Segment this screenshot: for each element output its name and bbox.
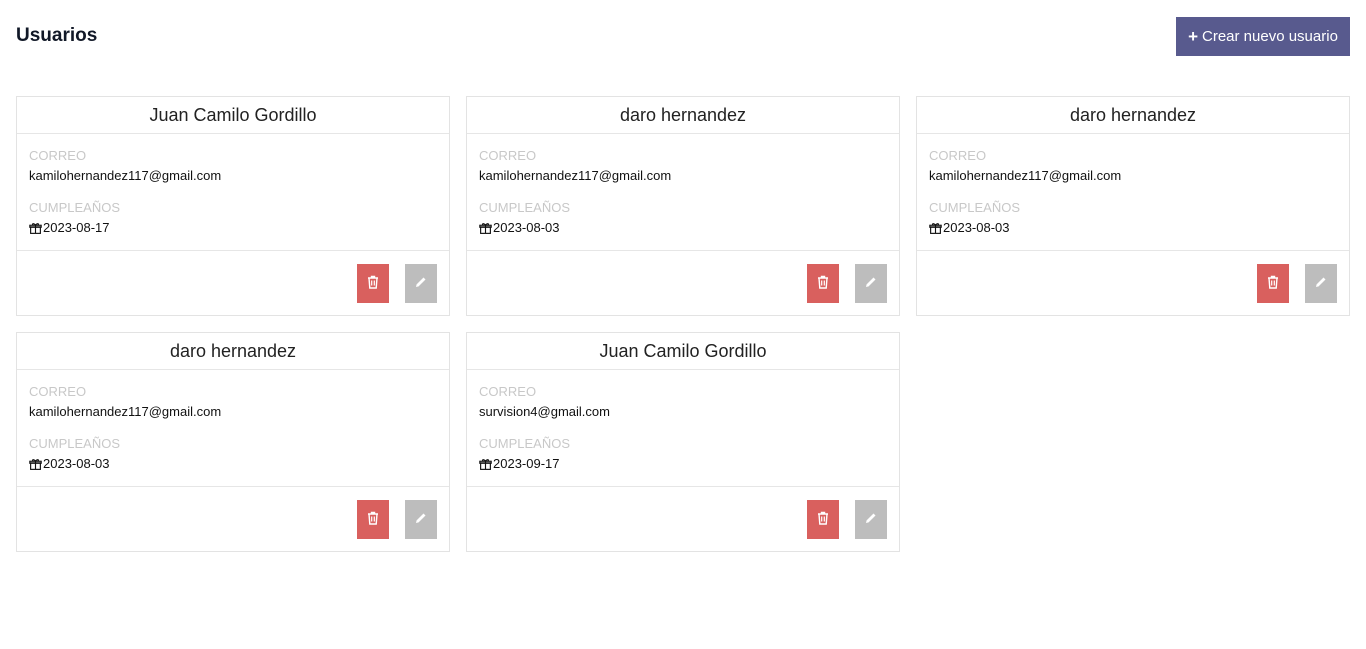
create-user-button[interactable]: + Crear nuevo usuario — [1176, 17, 1350, 56]
users-page: Usuarios + Crear nuevo usuario Juan Cami… — [0, 0, 1366, 649]
user-card-actions — [917, 251, 1349, 315]
birthday-label: CUMPLEAÑOS — [29, 200, 121, 215]
user-card-actions — [467, 487, 899, 551]
pencil-icon — [865, 512, 877, 527]
user-card-body: CORREO kamilohernandez117@gmail.com CUMP… — [17, 370, 449, 487]
email-label: CORREO — [479, 148, 537, 163]
page-title: Usuarios — [16, 25, 98, 46]
email-label: CORREO — [29, 384, 87, 399]
email-value: kamilohernandez117@gmail.com — [29, 168, 222, 183]
user-name: daro hernandez — [467, 97, 899, 134]
birthday-value: 2023-08-03 — [43, 456, 110, 471]
trash-icon — [367, 511, 379, 528]
trash-icon — [1267, 275, 1279, 292]
birthday-field: 2023-08-03 — [479, 220, 887, 236]
user-card-body: CORREO kamilohernandez117@gmail.com CUMP… — [917, 134, 1349, 251]
pencil-icon — [415, 276, 427, 291]
birthday-field: 2023-08-03 — [929, 220, 1337, 236]
user-card: daro hernandez CORREO kamilohernandez117… — [466, 96, 900, 316]
user-card-actions — [17, 251, 449, 315]
edit-button[interactable] — [405, 263, 437, 303]
birthday-value: 2023-08-03 — [493, 220, 560, 235]
user-card: Juan Camilo Gordillo CORREO kamilohernan… — [16, 96, 450, 316]
email-label: CORREO — [929, 148, 987, 163]
gift-icon — [479, 458, 492, 471]
user-name: daro hernandez — [17, 333, 449, 370]
user-cards-grid: Juan Camilo Gordillo CORREO kamilohernan… — [16, 96, 1350, 552]
delete-button[interactable] — [807, 263, 839, 303]
user-card: daro hernandez CORREO kamilohernandez117… — [916, 96, 1350, 316]
user-name: Juan Camilo Gordillo — [17, 97, 449, 134]
trash-icon — [817, 275, 829, 292]
email-value: kamilohernandez117@gmail.com — [29, 404, 222, 419]
user-card-body: CORREO kamilohernandez117@gmail.com CUMP… — [467, 134, 899, 251]
birthday-label: CUMPLEAÑOS — [29, 436, 121, 451]
edit-button[interactable] — [855, 499, 887, 539]
email-value: survision4@gmail.com — [479, 404, 610, 419]
delete-button[interactable] — [1257, 263, 1289, 303]
email-label: CORREO — [479, 384, 537, 399]
create-user-button-label: Crear nuevo usuario — [1202, 28, 1338, 45]
email-label: CORREO — [29, 148, 87, 163]
user-card-body: CORREO kamilohernandez117@gmail.com CUMP… — [17, 134, 449, 251]
pencil-icon — [415, 512, 427, 527]
birthday-field: 2023-09-17 — [479, 456, 887, 472]
birthday-label: CUMPLEAÑOS — [479, 436, 571, 451]
gift-icon — [29, 458, 42, 471]
edit-button[interactable] — [1305, 263, 1337, 303]
trash-icon — [817, 511, 829, 528]
birthday-label: CUMPLEAÑOS — [929, 200, 1021, 215]
birthday-field: 2023-08-17 — [29, 220, 437, 236]
pencil-icon — [865, 276, 877, 291]
user-card: Juan Camilo Gordillo CORREO survision4@g… — [466, 332, 900, 552]
gift-icon — [929, 222, 942, 235]
user-name: daro hernandez — [917, 97, 1349, 134]
edit-button[interactable] — [855, 263, 887, 303]
user-name: Juan Camilo Gordillo — [467, 333, 899, 370]
user-card: daro hernandez CORREO kamilohernandez117… — [16, 332, 450, 552]
pencil-icon — [1315, 276, 1327, 291]
user-card-body: CORREO survision4@gmail.com CUMPLEAÑOS 2… — [467, 370, 899, 487]
delete-button[interactable] — [357, 263, 389, 303]
delete-button[interactable] — [807, 499, 839, 539]
user-card-actions — [467, 251, 899, 315]
birthday-value: 2023-08-17 — [43, 220, 110, 235]
plus-icon: + — [1188, 27, 1198, 46]
gift-icon — [479, 222, 492, 235]
email-value: kamilohernandez117@gmail.com — [479, 168, 672, 183]
birthday-field: 2023-08-03 — [29, 456, 437, 472]
gift-icon — [29, 222, 42, 235]
birthday-value: 2023-09-17 — [493, 456, 560, 471]
birthday-value: 2023-08-03 — [943, 220, 1010, 235]
email-value: kamilohernandez117@gmail.com — [929, 168, 1122, 183]
trash-icon — [367, 275, 379, 292]
edit-button[interactable] — [405, 499, 437, 539]
delete-button[interactable] — [357, 499, 389, 539]
user-card-actions — [17, 487, 449, 551]
birthday-label: CUMPLEAÑOS — [479, 200, 571, 215]
